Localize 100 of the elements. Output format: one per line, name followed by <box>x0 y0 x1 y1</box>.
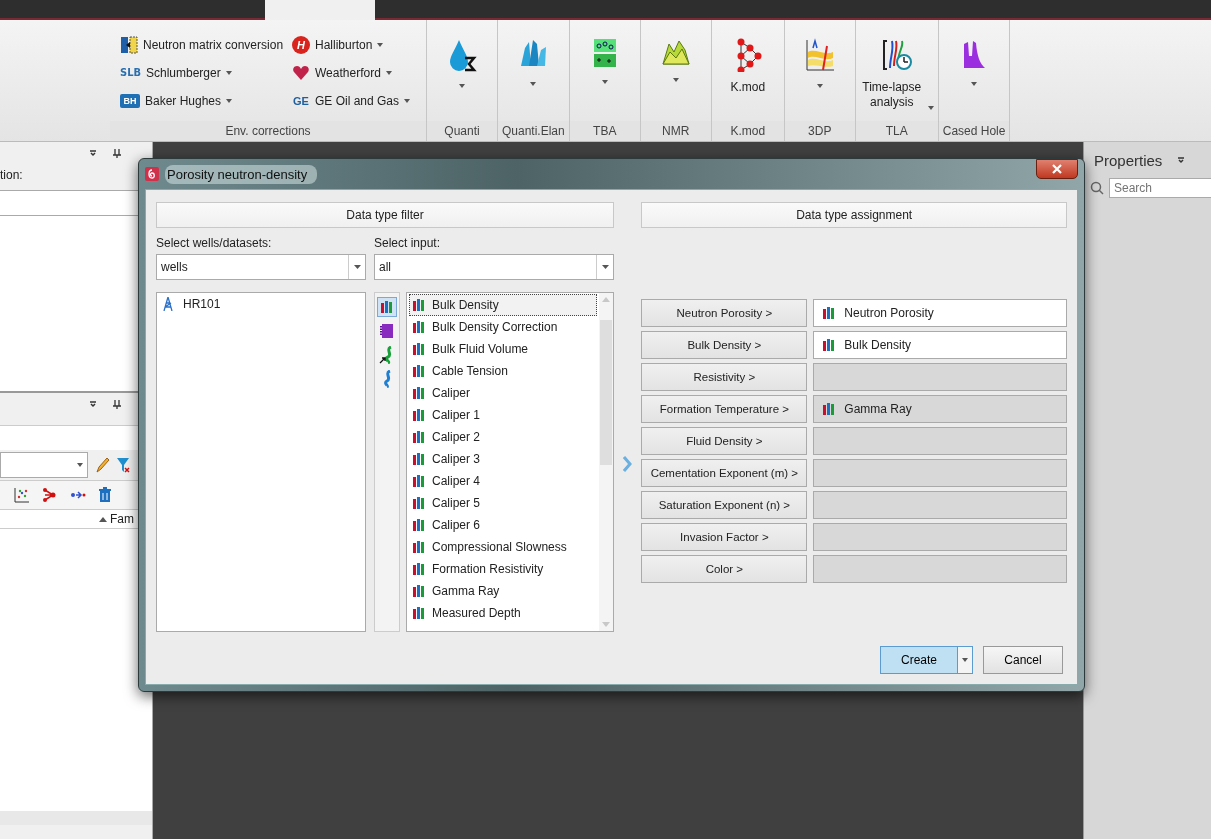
caret-icon <box>816 84 823 88</box>
list-item[interactable]: Caliper 5 <box>409 492 597 514</box>
dropdown-icon <box>88 148 98 158</box>
assign-button[interactable]: Resistivity > <box>641 363 808 391</box>
log-icon <box>822 338 837 352</box>
log-icon <box>412 408 426 422</box>
assign-button[interactable]: Saturation Exponent (n) > <box>641 491 808 519</box>
ribbon-button[interactable]: Time-lapse analysis <box>859 20 934 121</box>
ribbon-group-label: Quanti <box>427 121 497 141</box>
assigned-field[interactable]: Neutron Porosity <box>813 299 1067 327</box>
clock-chart-icon <box>881 38 912 72</box>
assign-button[interactable]: Color > <box>641 555 808 583</box>
assign-button[interactable]: Bulk Density > <box>641 331 808 359</box>
log-icon <box>822 306 837 320</box>
list-item[interactable]: Caliper 2 <box>409 426 597 448</box>
section-header: Data type filter <box>156 202 614 228</box>
caret-icon <box>601 265 609 269</box>
scrollbar[interactable] <box>0 811 152 825</box>
caret-icon <box>459 84 465 88</box>
caret-icon <box>927 106 934 110</box>
derrick-icon <box>163 297 173 311</box>
ribbon-button[interactable]: K.mod <box>715 20 780 121</box>
assign-button[interactable]: Neutron Porosity > <box>641 299 808 327</box>
pencil-icon <box>94 456 110 474</box>
field-label: tion: <box>0 167 24 184</box>
peak-icon <box>962 38 987 70</box>
ribbon-menu-button[interactable]: BH Baker Hughes <box>120 86 292 115</box>
caret-icon <box>530 82 537 86</box>
assigned-field[interactable] <box>813 491 1067 519</box>
list-item[interactable]: Bulk Density <box>409 294 597 316</box>
log-icon <box>412 386 426 400</box>
log-icon <box>412 540 426 554</box>
nodes-icon <box>42 487 58 503</box>
list-item[interactable]: Caliper <box>409 382 597 404</box>
list-item[interactable]: Measured Depth <box>409 602 597 624</box>
list-item[interactable]: Cable Tension <box>409 360 597 382</box>
scrollbar-thumb[interactable] <box>600 319 612 465</box>
filter-toggle[interactable] <box>377 297 397 317</box>
curve-icon <box>381 370 393 388</box>
trash-icon <box>98 487 112 503</box>
mountain-icon <box>661 38 690 66</box>
dialog-button[interactable]: Cancel <box>983 646 1063 674</box>
scrollbar[interactable] <box>599 293 613 631</box>
list-item[interactable]: Caliper 3 <box>409 448 597 470</box>
ribbon-menu-button[interactable]: Weatherford <box>292 58 420 87</box>
caret-icon <box>971 82 978 86</box>
ribbon-menu-button[interactable]: SLB Schlumberger <box>120 58 292 87</box>
caret-icon <box>353 265 361 269</box>
assign-button[interactable]: Invasion Factor > <box>641 523 808 551</box>
dropdown-field[interactable]: all <box>374 254 614 280</box>
assigned-field[interactable]: Bulk Density <box>813 331 1067 359</box>
section-header: Data type assignment <box>641 202 1067 228</box>
sort-icon <box>99 516 107 522</box>
assign-button[interactable]: Cementation Exponent (m) > <box>641 459 808 487</box>
ribbon-menu-button[interactable]: H Halliburton <box>292 30 420 59</box>
dropdown-icon <box>1176 155 1187 165</box>
list-item[interactable]: Bulk Density Correction <box>409 316 597 338</box>
ribbon-menu-button[interactable]: Neutron matrix conversion <box>120 30 292 59</box>
list-item[interactable]: Formation Resistivity <box>409 558 597 580</box>
caret-icon <box>377 42 384 47</box>
grid-icon <box>592 38 617 68</box>
assigned-field[interactable] <box>813 555 1067 583</box>
list-item[interactable]: Gamma Ray <box>409 580 597 602</box>
assign-button[interactable]: Fluid Density > <box>641 427 808 455</box>
assign-button[interactable]: Formation Temperature > <box>641 395 808 423</box>
log-icon <box>412 364 426 378</box>
dropdown-field[interactable]: wells <box>156 254 366 280</box>
scroll-down-icon <box>602 622 610 627</box>
caret-icon <box>601 80 608 84</box>
list-item[interactable]: Caliper 6 <box>409 514 597 536</box>
caret-icon <box>385 70 392 75</box>
list-item[interactable]: Bulk Fluid Volume <box>409 338 597 360</box>
dropdown-field[interactable] <box>0 452 88 478</box>
assigned-field[interactable] <box>813 459 1067 487</box>
assigned-field[interactable]: Gamma Ray <box>813 395 1067 423</box>
log-icon <box>412 584 426 598</box>
caret-icon <box>225 70 232 75</box>
assigned-field[interactable] <box>813 523 1067 551</box>
log-icon <box>412 452 426 466</box>
panel-title: Properties <box>1094 151 1163 169</box>
heart-icon <box>292 64 310 81</box>
search-field[interactable]: Search <box>1109 178 1211 198</box>
ribbon-menu-button[interactable]: GE GE Oil and Gas <box>292 86 420 115</box>
log-icon <box>822 402 837 416</box>
log-icon <box>412 320 426 334</box>
close-button[interactable] <box>1036 159 1078 179</box>
log-icon <box>412 430 426 444</box>
tree-item[interactable]: HR101 <box>161 297 361 311</box>
assigned-field[interactable] <box>813 363 1067 391</box>
assigned-field[interactable] <box>813 427 1067 455</box>
bars-icon <box>120 35 138 54</box>
caret-icon <box>404 98 411 103</box>
split-button[interactable]: Create <box>880 646 973 674</box>
scroll-up-icon <box>602 297 610 302</box>
list-item[interactable]: Caliper 4 <box>409 470 597 492</box>
list-item[interactable]: Caliper 1 <box>409 404 597 426</box>
drop-icon <box>447 38 477 72</box>
list-item[interactable]: Compressional Slowness <box>409 536 597 558</box>
caret-icon <box>672 78 679 82</box>
layers-icon <box>804 38 835 72</box>
